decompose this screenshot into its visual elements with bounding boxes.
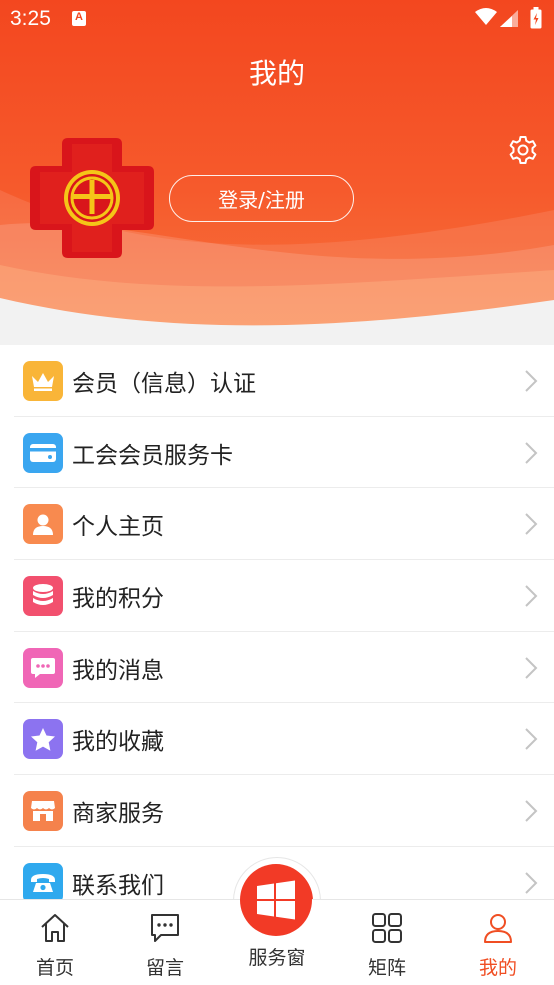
menu-item-label: 工会会员服务卡 <box>72 442 233 469</box>
login-register-button[interactable]: 登录/注册 <box>169 175 354 222</box>
tab-home[interactable]: 首页 <box>0 900 110 985</box>
service-window-button-overlay[interactable] <box>233 857 321 945</box>
message-icon <box>151 914 179 942</box>
star-icon <box>23 719 63 760</box>
profile-menu: 会员（信息）认证 工会会员服务卡 个人主页 我的积分 我的消息 我的收藏 商家服… <box>0 345 554 919</box>
chat-icon <box>23 647 63 688</box>
profile-header: 3:25 A 我的 登录/注册 <box>0 0 554 345</box>
union-logo-avatar <box>30 138 154 258</box>
tab-label: 矩阵 <box>367 957 406 979</box>
menu-item-my-messages[interactable]: 我的消息 <box>0 632 554 704</box>
menu-item-member-verification[interactable]: 会员（信息）认证 <box>0 345 554 417</box>
menu-item-personal-page[interactable]: 个人主页 <box>0 488 554 561</box>
wifi-icon <box>475 8 497 25</box>
grid-icon <box>372 913 402 943</box>
status-bar: 3:25 A <box>0 0 554 38</box>
menu-item-label: 会员（信息）认证 <box>72 370 256 397</box>
home-icon <box>41 914 69 942</box>
tab-label: 留言 <box>145 957 184 979</box>
menu-item-label: 联系我们 <box>72 872 164 899</box>
menu-item-merchant-service[interactable]: 商家服务 <box>0 775 554 847</box>
tab-label: 首页 <box>35 957 74 979</box>
notification-letter: A <box>75 11 83 23</box>
chevron-right-icon <box>525 441 538 464</box>
card-icon <box>23 432 63 473</box>
chevron-right-icon <box>525 370 538 392</box>
tab-message[interactable]: 留言 <box>110 900 220 985</box>
windows-icon <box>240 864 312 936</box>
chevron-right-icon <box>525 585 538 607</box>
chevron-right-icon <box>525 513 538 535</box>
menu-item-label: 我的消息 <box>72 657 164 684</box>
chevron-right-icon <box>525 728 538 750</box>
menu-item-my-favorites[interactable]: 我的收藏 <box>0 703 554 776</box>
phone-icon <box>23 862 63 903</box>
user-icon <box>484 914 512 943</box>
chevron-right-icon <box>525 871 538 894</box>
chevron-right-icon <box>525 800 538 822</box>
tab-label: 我的 <box>478 957 517 979</box>
settings-gear-icon[interactable] <box>507 134 539 166</box>
tab-mine[interactable]: 我的 <box>443 900 553 985</box>
notification-icon: A <box>72 11 86 26</box>
menu-item-label: 商家服务 <box>72 800 164 827</box>
coins-icon <box>23 575 63 616</box>
menu-item-label: 个人主页 <box>72 514 164 541</box>
menu-item-service-card[interactable]: 工会会员服务卡 <box>0 417 554 489</box>
tab-matrix[interactable]: 矩阵 <box>332 900 442 985</box>
page-title: 我的 <box>248 57 305 90</box>
menu-item-label: 我的收藏 <box>72 729 164 756</box>
battery-icon <box>530 7 542 29</box>
menu-item-my-points[interactable]: 我的积分 <box>0 560 554 632</box>
menu-item-label: 我的积分 <box>72 585 164 612</box>
signal-icon <box>500 10 518 27</box>
crown-icon <box>23 360 63 401</box>
tab-service-window-label[interactable]: 服务窗 <box>221 943 333 970</box>
store-icon <box>23 790 63 831</box>
chevron-right-icon <box>525 656 538 679</box>
person-icon <box>23 504 63 545</box>
status-time: 3:25 <box>10 7 51 30</box>
